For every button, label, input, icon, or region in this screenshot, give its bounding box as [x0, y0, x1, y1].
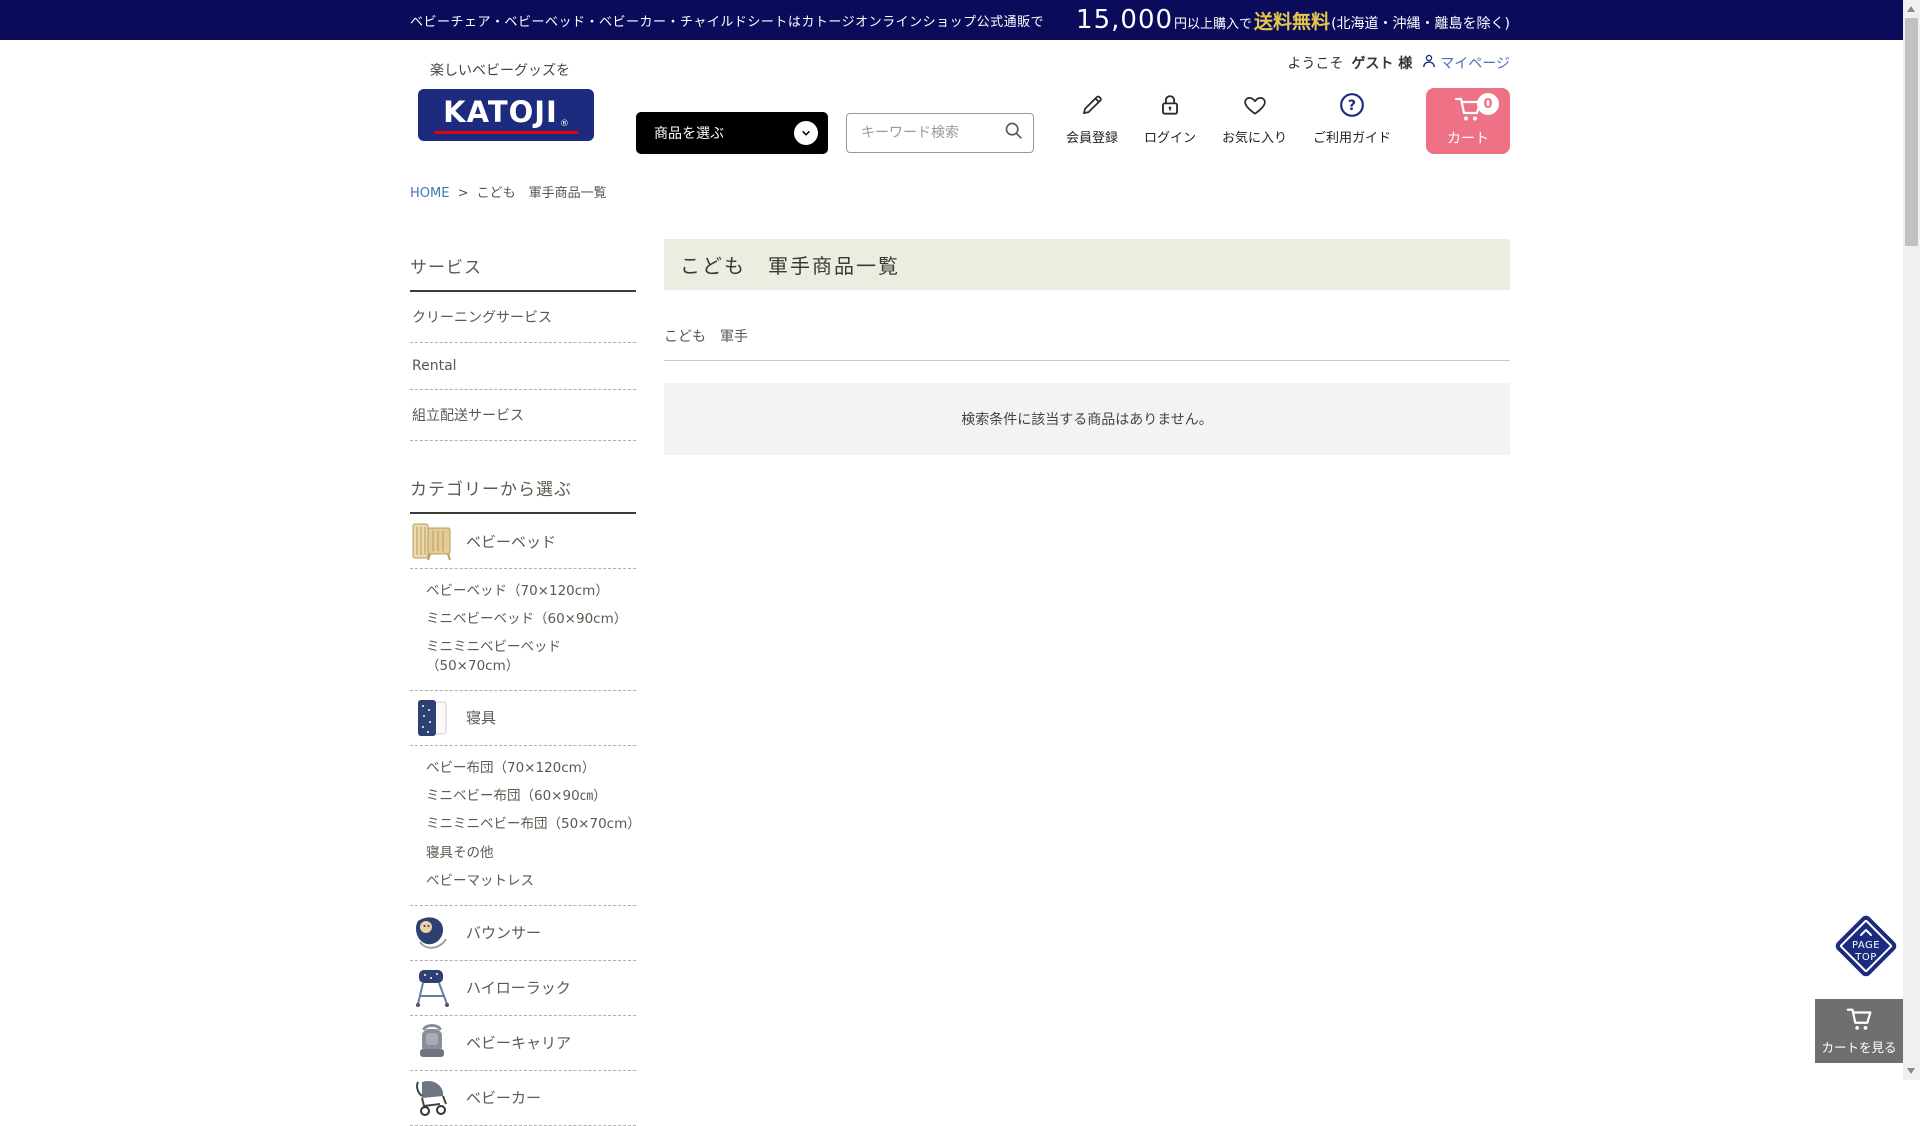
- choose-products-label: 商品を選ぶ: [654, 123, 724, 143]
- chevron-up-icon: [1859, 928, 1873, 940]
- no-results-message: 検索条件に該当する商品はありません。: [664, 383, 1510, 455]
- member-register-label: 会員登録: [1066, 127, 1118, 146]
- welcome-row: ようこそ ゲスト 様 マイページ: [1287, 52, 1510, 74]
- view-cart-label: カートを見る: [1821, 1037, 1896, 1056]
- cart-count-badge: 0: [1477, 93, 1499, 115]
- sidebar-category-baby-carrier[interactable]: ベビーキャリア: [410, 1016, 636, 1071]
- category-label: バウンサー: [466, 922, 541, 943]
- bouncer-icon: [410, 911, 454, 955]
- logo-block: 楽しいベビーグッズを KATOJI ®: [418, 60, 594, 141]
- category-label: 寝具: [466, 707, 496, 728]
- page-top-label-1: PAGE: [1852, 940, 1880, 952]
- announcement-bar: ベビーチェア・ベビーベッド・ベビーカー・チャイルドシートはカトージオンラインショ…: [0, 0, 1920, 40]
- sidebar: サービス クリーニングサービス Rental 組立配送サービス カテゴリーから選…: [410, 239, 636, 1126]
- page-top-label-2: TOP: [1855, 952, 1877, 964]
- free-shipping-banner: 15,000 円以上購入で 送料無料 (北海道・沖縄・離島を除く): [1076, 5, 1510, 35]
- page-top-button[interactable]: PAGE TOP: [1834, 914, 1898, 978]
- search-icon[interactable]: [1003, 120, 1025, 146]
- logo-registered-mark: ®: [560, 119, 569, 129]
- sidebar-item-minimini-baby-bed-50x70[interactable]: ミニミニベビーベッド（50×70cm）: [426, 633, 636, 679]
- guest-name: ゲスト 様: [1351, 53, 1412, 73]
- sidebar-item-baby-mattress[interactable]: ベビーマットレス: [426, 867, 636, 895]
- sidebar-category-bedding[interactable]: 寝具: [410, 691, 636, 746]
- sidebar-item-mini-baby-bed-60x90[interactable]: ミニベビーベッド（60×90cm）: [426, 605, 636, 633]
- sidebar-item-minimini-baby-futon-50x70[interactable]: ミニミニベビー布団（50×70cm）: [426, 810, 636, 838]
- service-list: クリーニングサービス Rental 組立配送サービス: [410, 292, 636, 441]
- active-filter-label: こども 軍手: [664, 326, 1510, 361]
- mypage-link[interactable]: マイページ: [1420, 52, 1510, 74]
- shipping-threshold-amount: 15,000: [1076, 5, 1173, 35]
- question-icon: ?: [1339, 92, 1365, 122]
- site-header: ようこそ ゲスト 様 マイページ 楽しいベビーグッズを KATOJI ® 商品を…: [0, 40, 1920, 172]
- favorites-label: お気に入り: [1222, 127, 1287, 146]
- sidebar-item-rental[interactable]: Rental: [410, 343, 636, 390]
- scrollbar-down-arrow[interactable]: [1907, 1068, 1915, 1074]
- category-label: ベビーカー: [466, 1087, 541, 1108]
- choose-products-dropdown[interactable]: 商品を選ぶ: [636, 112, 828, 154]
- sidebar-item-bedding-other[interactable]: 寝具その他: [426, 839, 636, 867]
- katoji-logo[interactable]: KATOJI ®: [418, 89, 594, 141]
- breadcrumb-home-link[interactable]: HOME: [410, 186, 449, 201]
- bedding-icon: [410, 696, 454, 740]
- view-cart-button[interactable]: カートを見る: [1815, 999, 1903, 1063]
- free-shipping-label: 送料無料: [1254, 7, 1330, 34]
- favorites-button[interactable]: お気に入り: [1222, 92, 1287, 146]
- sidebar-category-high-low-rack[interactable]: ハイローラック: [410, 961, 636, 1016]
- crib-icon: [410, 519, 454, 563]
- sidebar-item-baby-bed-70x120[interactable]: ベビーベッド（70×120cm）: [426, 577, 636, 605]
- stroller-icon: [410, 1076, 454, 1120]
- category-label: ハイローラック: [466, 977, 571, 998]
- chevron-down-icon: [794, 121, 818, 145]
- member-register-button[interactable]: 会員登録: [1066, 92, 1118, 146]
- logo-red-underline: [434, 131, 578, 134]
- main-content: こども 軍手商品一覧 こども 軍手 検索条件に該当する商品はありません。: [664, 239, 1510, 455]
- page-title: こども 軍手商品一覧: [664, 239, 1510, 290]
- sidebar-item-cleaning-service[interactable]: クリーニングサービス: [410, 292, 636, 343]
- carrier-icon: [410, 1021, 454, 1065]
- scrollbar-thumb[interactable]: [1905, 18, 1918, 246]
- cart-button[interactable]: 0 カート: [1426, 88, 1510, 154]
- category-label: ベビーベッド: [466, 531, 556, 552]
- search-box: [846, 113, 1034, 153]
- person-icon: [1420, 52, 1438, 74]
- announcement-text: ベビーチェア・ベビーベッド・ベビーカー・チャイルドシートはカトージオンラインショ…: [410, 11, 1044, 30]
- sidebar-category-bouncer[interactable]: バウンサー: [410, 906, 636, 961]
- sidebar-item-assembly-delivery[interactable]: 組立配送サービス: [410, 390, 636, 441]
- cart-label: カート: [1447, 128, 1489, 148]
- header-icon-nav: 会員登録 ログイン お気に入り ? ご利用ガイド: [1066, 92, 1391, 146]
- category-label: ベビーキャリア: [466, 1032, 571, 1053]
- bedding-subcategories: ベビー布団（70×120cm） ミニベビー布団（60×90㎝） ミニミニベビー布…: [410, 746, 636, 906]
- welcome-text: ようこそ: [1287, 53, 1343, 73]
- scrollbar[interactable]: [1903, 0, 1920, 1080]
- sidebar-category-stroller[interactable]: ベビーカー: [410, 1071, 636, 1126]
- sidebar-item-mini-baby-futon-60x90[interactable]: ミニベビー布団（60×90㎝）: [426, 782, 636, 810]
- scrollbar-up-arrow[interactable]: [1907, 6, 1915, 12]
- shipping-exclusion-note: (北海道・沖縄・離島を除く): [1331, 13, 1510, 33]
- svg-text:?: ?: [1348, 98, 1356, 114]
- login-label: ログイン: [1144, 127, 1196, 146]
- baby-bed-subcategories: ベビーベッド（70×120cm） ミニベビーベッド（60×90cm） ミニミニベ…: [410, 569, 636, 691]
- cart-icon: [1843, 1006, 1875, 1036]
- heart-icon: [1242, 92, 1268, 122]
- breadcrumb-current: こども 軍手商品一覧: [477, 186, 607, 201]
- guide-button[interactable]: ? ご利用ガイド: [1313, 92, 1391, 146]
- search-input[interactable]: [859, 124, 1003, 142]
- sidebar-category-baby-bed[interactable]: ベビーベッド: [410, 514, 636, 569]
- pencil-icon: [1079, 92, 1105, 122]
- logo-text: KATOJI: [443, 98, 558, 127]
- lock-icon: [1157, 92, 1183, 122]
- highchair-icon: [410, 966, 454, 1010]
- mypage-label: マイページ: [1440, 53, 1510, 73]
- breadcrumb: HOME > こども 軍手商品一覧: [410, 182, 1510, 201]
- sidebar-category-title: カテゴリーから選ぶ: [410, 475, 636, 514]
- login-button[interactable]: ログイン: [1144, 92, 1196, 146]
- sidebar-item-baby-futon-70x120[interactable]: ベビー布団（70×120cm）: [426, 754, 636, 782]
- breadcrumb-separator: >: [458, 186, 469, 201]
- guide-label: ご利用ガイド: [1313, 127, 1391, 146]
- shipping-threshold-suffix: 円以上購入で: [1174, 13, 1252, 32]
- sidebar-services-title: サービス: [410, 253, 636, 292]
- tagline: 楽しいベビーグッズを: [430, 60, 594, 80]
